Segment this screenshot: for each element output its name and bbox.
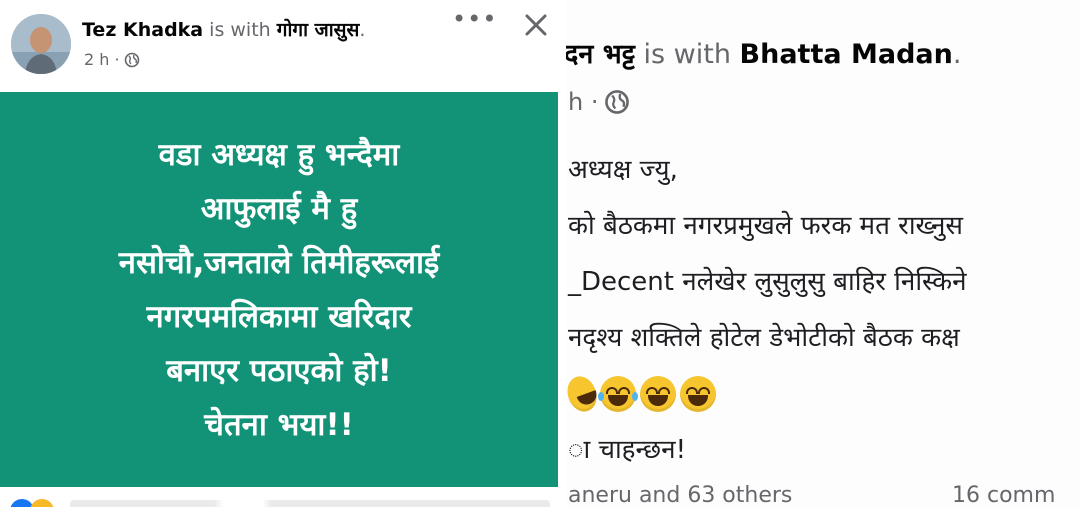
- author-name[interactable]: Tez Khadka: [82, 19, 203, 41]
- with-text: is with: [209, 19, 271, 41]
- post-meta: h ·: [568, 88, 630, 116]
- image-text-line: बनाएर पठाएको हो!: [166, 352, 392, 389]
- post-image-text-card[interactable]: वडा अध्यक्ष हु भन्दैमा आफुलाई मै हु नसोच…: [0, 92, 558, 487]
- reactions-bar: aneru and 63 others 16 comm: [566, 483, 1080, 507]
- tagged-user[interactable]: Bhatta Madan: [740, 39, 953, 70]
- with-text: is with: [643, 39, 731, 70]
- image-text-line: चेतना भया!!: [204, 406, 354, 443]
- author-name[interactable]: दन भट्ट: [566, 39, 635, 70]
- comments-count[interactable]: 16 comm: [952, 483, 1055, 507]
- right-post: दन भट्ट is with Bhatta Madan. h · अध्यक्…: [566, 0, 1080, 507]
- post-header: Tez Khadka is with गोगा जासुस. 2 h · •••: [0, 0, 558, 90]
- post-title-line: दन भट्ट is with Bhatta Madan.: [566, 34, 961, 71]
- globe-icon: [605, 90, 630, 114]
- image-text-line: वडा अध्यक्ष हु भन्दैमा: [158, 136, 400, 173]
- image-text-line: नगरपमलिकामा खरिदार: [146, 298, 412, 335]
- more-options-button[interactable]: •••: [452, 4, 496, 40]
- emoji-row: [566, 366, 1080, 422]
- post-text-line: अध्यक्ष ज्यु,: [568, 155, 678, 185]
- grinning-squinting-emoji-icon: [640, 376, 676, 412]
- rolling-laughing-emoji-icon: [566, 372, 602, 416]
- tears-of-joy-emoji-icon: [598, 376, 638, 412]
- title-period: .: [359, 19, 366, 41]
- haha-reaction-icon[interactable]: [30, 499, 54, 507]
- post-body-text: अध्यक्ष ज्यु, को बैठकमा नगरप्रमुखले फरक …: [566, 142, 1080, 478]
- post-text-line: _Decent नलेखेर लुसुलुसु बाहिर निस्किने: [568, 267, 967, 297]
- image-divider: [558, 0, 566, 507]
- avatar-image: [11, 14, 71, 74]
- image-text-line: नसोचौ,जनताले तिमीहरूलाई: [118, 244, 440, 281]
- close-icon[interactable]: [519, 8, 553, 42]
- author-avatar[interactable]: [11, 14, 71, 74]
- title-period: .: [952, 39, 962, 70]
- post-meta: 2 h ·: [84, 50, 140, 69]
- reactions-count[interactable]: aneru and 63 others: [568, 483, 792, 507]
- post-title-line: Tez Khadka is with गोगा जासुस.: [82, 16, 365, 42]
- left-post: Tez Khadka is with गोगा जासुस. 2 h · •••…: [0, 0, 558, 507]
- tagged-user[interactable]: गोगा जासुस: [277, 19, 360, 41]
- reactions-bar: [0, 487, 558, 507]
- globe-icon: [124, 52, 139, 67]
- reactions-summary-cutoff: [70, 500, 550, 507]
- grinning-squinting-emoji-icon: [680, 376, 716, 412]
- post-time[interactable]: h ·: [568, 88, 598, 116]
- post-text-line: को बैठकमा नगरप्रमुखले फरक मत राख्नुस: [568, 211, 963, 241]
- image-text-line: आफुलाई मै हु: [200, 190, 358, 227]
- post-text-line: नदृश्य शक्तिले होटेल डेभोटीको बैठक कक्ष: [568, 323, 960, 353]
- post-text-line: ा चाहन्छन!: [568, 435, 687, 465]
- post-time[interactable]: 2 h ·: [84, 50, 120, 69]
